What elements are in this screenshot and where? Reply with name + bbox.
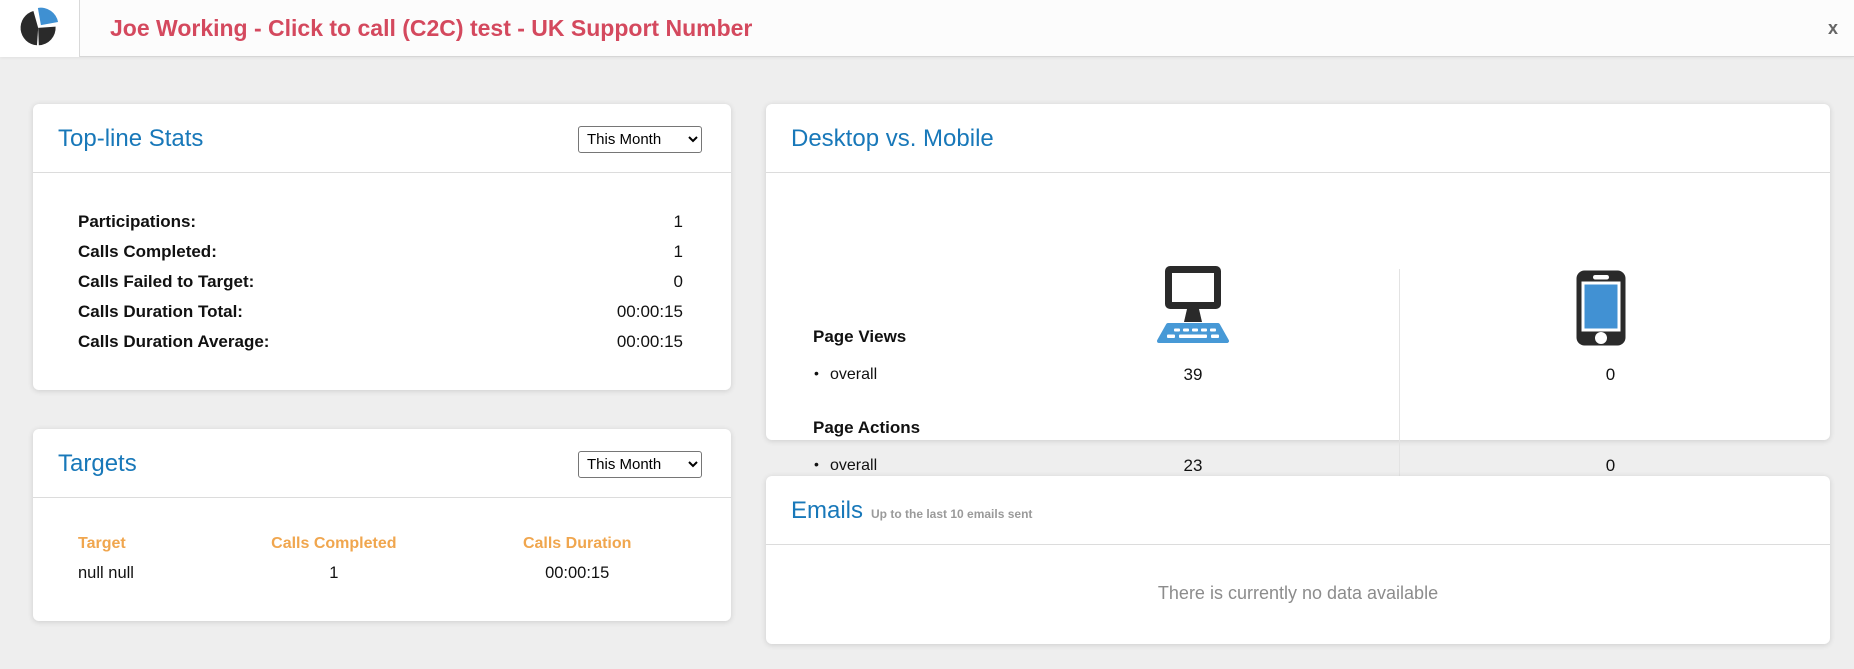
page-actions-desktop-value: 23 xyxy=(1183,456,1203,475)
page-views-label: Page Views xyxy=(813,327,907,346)
stat-label: Participations: xyxy=(78,212,197,231)
column-header-calls-duration: Calls Duration xyxy=(522,535,632,552)
stat-label: Calls Duration Total: xyxy=(78,302,243,321)
desktop-vs-mobile-card: Desktop vs. Mobile Page Views • overall … xyxy=(766,104,1830,504)
calls-completed-cell: 1 xyxy=(329,563,339,582)
header-bar: Joe Working - Click to call (C2C) test -… xyxy=(0,0,1854,57)
no-data-message: There is currently no data available xyxy=(1157,583,1439,603)
divider xyxy=(766,172,1830,173)
close-icon[interactable]: x xyxy=(1828,16,1838,40)
emails-card: Emails Up to the last 10 emails sent The… xyxy=(766,476,1830,644)
stat-row-duration-total: Calls Duration Total: 00:00:15 xyxy=(78,297,683,327)
target-name-cell: null null xyxy=(78,563,134,582)
top-line-stats-card: Top-line Stats This Month Participations… xyxy=(33,104,731,390)
stat-row-calls-failed: Calls Failed to Target: 0 xyxy=(78,267,683,297)
stat-value: 0 xyxy=(673,272,683,291)
page-views-overall-row: overall 39 0 xyxy=(766,365,1830,385)
page-actions-overall-row: overall 23 0 xyxy=(766,456,1830,476)
stat-label: Calls Failed to Target: xyxy=(78,272,255,291)
page-views-desktop-value: 39 xyxy=(1183,365,1203,384)
targets-table: Target Calls Completed Calls Duration nu… xyxy=(33,498,731,587)
page-views-mobile-value: 0 xyxy=(1605,365,1616,384)
overall-label: overall xyxy=(766,365,1006,384)
table-row: null null 1 00:00:15 xyxy=(58,559,707,587)
stat-row-calls-completed: Calls Completed: 1 xyxy=(78,237,683,267)
targets-period-select[interactable]: This Month xyxy=(578,451,702,478)
page-views-section: Page Views xyxy=(766,327,1830,347)
stat-value: 00:00:15 xyxy=(616,302,683,321)
emails-title: Emails xyxy=(791,497,864,524)
top-line-stats-title: Top-line Stats xyxy=(58,125,204,152)
stat-value: 1 xyxy=(673,212,683,231)
stat-label: Calls Duration Average: xyxy=(78,332,270,351)
divider xyxy=(766,544,1830,545)
stat-label: Calls Completed: xyxy=(78,242,217,261)
desktop-vs-mobile-title: Desktop vs. Mobile xyxy=(791,125,994,152)
logo-box[interactable] xyxy=(0,0,80,57)
pie-chart-icon xyxy=(18,4,62,53)
stat-value: 1 xyxy=(673,242,683,261)
calls-duration-cell: 00:00:15 xyxy=(545,563,610,582)
column-header-calls-completed: Calls Completed xyxy=(271,535,397,552)
page-actions-mobile-value: 0 xyxy=(1605,456,1616,475)
page-actions-section: Page Actions xyxy=(766,418,1830,438)
targets-header-row: Target Calls Completed Calls Duration xyxy=(58,535,707,559)
page-actions-label: Page Actions xyxy=(813,418,921,437)
targets-card: Targets This Month Target Calls Complete… xyxy=(33,429,731,621)
stat-row-duration-average: Calls Duration Average: 00:00:15 xyxy=(78,327,683,357)
targets-title: Targets xyxy=(58,450,137,477)
stat-row-participations: Participations: 1 xyxy=(78,207,683,237)
stats-list: Participations: 1 Calls Completed: 1 Cal… xyxy=(33,173,731,357)
overall-label: overall xyxy=(766,456,1006,475)
stat-value: 00:00:15 xyxy=(616,332,683,351)
column-header-target: Target xyxy=(78,535,126,552)
page-title: Joe Working - Click to call (C2C) test -… xyxy=(110,15,753,41)
top-line-stats-period-select[interactable]: This Month xyxy=(578,126,702,153)
emails-subtitle: Up to the last 10 emails sent xyxy=(871,507,1033,521)
